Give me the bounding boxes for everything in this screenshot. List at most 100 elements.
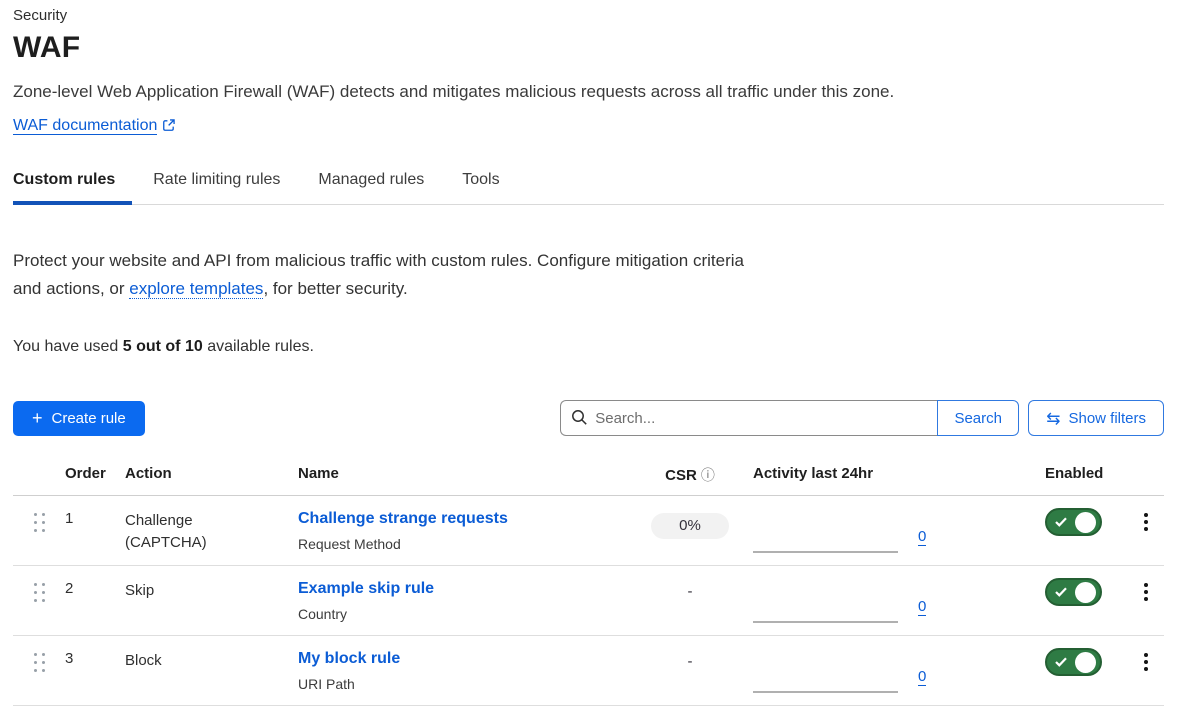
header-enabled: Enabled bbox=[1045, 465, 1127, 495]
usage-summary: You have used 5 out of 10 available rule… bbox=[13, 338, 1164, 356]
tab-tools[interactable]: Tools bbox=[462, 171, 499, 204]
drag-handle[interactable] bbox=[13, 496, 65, 565]
row-spacer bbox=[1003, 566, 1045, 635]
toggle-knob bbox=[1075, 582, 1096, 603]
row-order: 3 bbox=[65, 636, 125, 705]
toggle-knob bbox=[1075, 652, 1096, 673]
row-name-cell: Challenge strange requests Request Metho… bbox=[298, 496, 645, 565]
rule-field: Request Method bbox=[298, 536, 645, 552]
row-csr-cell: - bbox=[645, 566, 735, 635]
row-menu-cell bbox=[1127, 566, 1164, 635]
breadcrumb-security: Security bbox=[13, 0, 1164, 24]
row-name-cell: My block rule URI Path bbox=[298, 636, 645, 705]
show-filters-button[interactable]: ⇆ Show filters bbox=[1028, 400, 1164, 436]
rule-field: Country bbox=[298, 606, 645, 622]
header-order: Order bbox=[65, 465, 125, 495]
plus-icon: + bbox=[32, 409, 43, 427]
intro-text-after: , for better security. bbox=[263, 279, 407, 298]
search-group: Search bbox=[560, 400, 1019, 436]
activity-sparkline bbox=[753, 551, 898, 553]
explore-templates-link[interactable]: explore templates bbox=[129, 279, 263, 299]
header-spacer bbox=[1003, 465, 1045, 495]
table-header-row: Order Action Name CSRⓘ Activity last 24h… bbox=[13, 465, 1164, 496]
header-name: Name bbox=[298, 465, 645, 495]
waf-documentation-link[interactable]: WAF documentation bbox=[13, 117, 157, 135]
header-menu-spacer bbox=[1127, 465, 1164, 495]
kebab-menu-icon[interactable] bbox=[1142, 651, 1150, 705]
row-spacer bbox=[1003, 496, 1045, 565]
check-icon bbox=[1055, 587, 1067, 597]
header-handle-spacer bbox=[13, 465, 65, 495]
show-filters-label: Show filters bbox=[1068, 410, 1146, 427]
header-action: Action bbox=[125, 465, 298, 495]
custom-rules-table: Order Action Name CSRⓘ Activity last 24h… bbox=[13, 465, 1164, 706]
check-icon bbox=[1055, 517, 1067, 527]
kebab-menu-icon[interactable] bbox=[1142, 511, 1150, 565]
tab-custom-rules[interactable]: Custom rules bbox=[13, 171, 132, 204]
row-order: 2 bbox=[65, 566, 125, 635]
create-rule-button[interactable]: + Create rule bbox=[13, 401, 145, 436]
activity-count-link[interactable]: 0 bbox=[918, 598, 926, 616]
usage-count: 5 out of 10 bbox=[123, 338, 203, 355]
enabled-toggle[interactable] bbox=[1045, 578, 1102, 606]
header-csr: CSRⓘ bbox=[645, 465, 735, 495]
table-row: 3 Block My block rule URI Path - 0 bbox=[13, 636, 1164, 706]
info-icon[interactable]: ⓘ bbox=[701, 468, 715, 484]
swap-arrows-icon: ⇆ bbox=[1046, 410, 1060, 427]
drag-dots-icon bbox=[34, 653, 45, 672]
rules-toolbar: + Create rule Search ⇆ Show filters bbox=[13, 400, 1164, 436]
external-link-icon bbox=[162, 118, 176, 137]
row-order: 1 bbox=[65, 496, 125, 565]
row-menu-cell bbox=[1127, 496, 1164, 565]
drag-dots-icon bbox=[34, 513, 45, 532]
row-enabled-cell bbox=[1045, 566, 1127, 635]
drag-handle[interactable] bbox=[13, 566, 65, 635]
drag-handle[interactable] bbox=[13, 636, 65, 705]
rules-table-body: 1 Challenge (CAPTCHA) Challenge strange … bbox=[13, 496, 1164, 706]
rule-field: URI Path bbox=[298, 676, 645, 692]
page-title: WAF bbox=[13, 31, 1164, 65]
row-menu-cell bbox=[1127, 636, 1164, 705]
row-csr-cell: 0% bbox=[645, 496, 735, 565]
tab-managed-rules[interactable]: Managed rules bbox=[318, 171, 424, 204]
row-enabled-cell bbox=[1045, 636, 1127, 705]
table-row: 1 Challenge (CAPTCHA) Challenge strange … bbox=[13, 496, 1164, 566]
row-action: Skip bbox=[125, 566, 245, 635]
rule-name-link[interactable]: Challenge strange requests bbox=[298, 510, 508, 527]
search-button[interactable]: Search bbox=[937, 400, 1019, 436]
drag-dots-icon bbox=[34, 583, 45, 602]
row-action: Block bbox=[125, 636, 245, 705]
activity-count-link[interactable]: 0 bbox=[918, 668, 926, 686]
enabled-toggle[interactable] bbox=[1045, 508, 1102, 536]
usage-suffix: available rules. bbox=[203, 338, 314, 355]
tab-rate-limiting-rules[interactable]: Rate limiting rules bbox=[153, 171, 280, 204]
search-input-wrap bbox=[560, 400, 937, 436]
usage-prefix: You have used bbox=[13, 338, 123, 355]
csr-value: - bbox=[688, 583, 693, 600]
toolbar-right: Search ⇆ Show filters bbox=[560, 400, 1164, 436]
row-spacer bbox=[1003, 636, 1045, 705]
intro-paragraph: Protect your website and API from malici… bbox=[13, 247, 758, 303]
csr-value: 0% bbox=[651, 513, 729, 539]
row-action: Challenge (CAPTCHA) bbox=[125, 496, 245, 565]
rule-name-link[interactable]: My block rule bbox=[298, 650, 400, 667]
row-enabled-cell bbox=[1045, 496, 1127, 565]
kebab-menu-icon[interactable] bbox=[1142, 581, 1150, 635]
search-input[interactable] bbox=[560, 400, 937, 436]
check-icon bbox=[1055, 657, 1067, 667]
header-csr-label: CSR bbox=[665, 467, 697, 484]
rule-name-link[interactable]: Example skip rule bbox=[298, 580, 434, 597]
create-rule-label: Create rule bbox=[52, 410, 126, 427]
row-activity-cell: 0 bbox=[735, 496, 1003, 565]
activity-sparkline bbox=[753, 621, 898, 623]
row-activity-cell: 0 bbox=[735, 636, 1003, 705]
activity-count-link[interactable]: 0 bbox=[918, 528, 926, 546]
waf-page: Security WAF Zone-level Web Application … bbox=[0, 0, 1177, 706]
row-csr-cell: - bbox=[645, 636, 735, 705]
row-activity-cell: 0 bbox=[735, 566, 1003, 635]
activity-sparkline bbox=[753, 691, 898, 693]
enabled-toggle[interactable] bbox=[1045, 648, 1102, 676]
search-icon bbox=[571, 409, 588, 431]
page-description: Zone-level Web Application Firewall (WAF… bbox=[13, 82, 1164, 102]
doc-link-row: WAF documentation bbox=[13, 117, 1164, 137]
